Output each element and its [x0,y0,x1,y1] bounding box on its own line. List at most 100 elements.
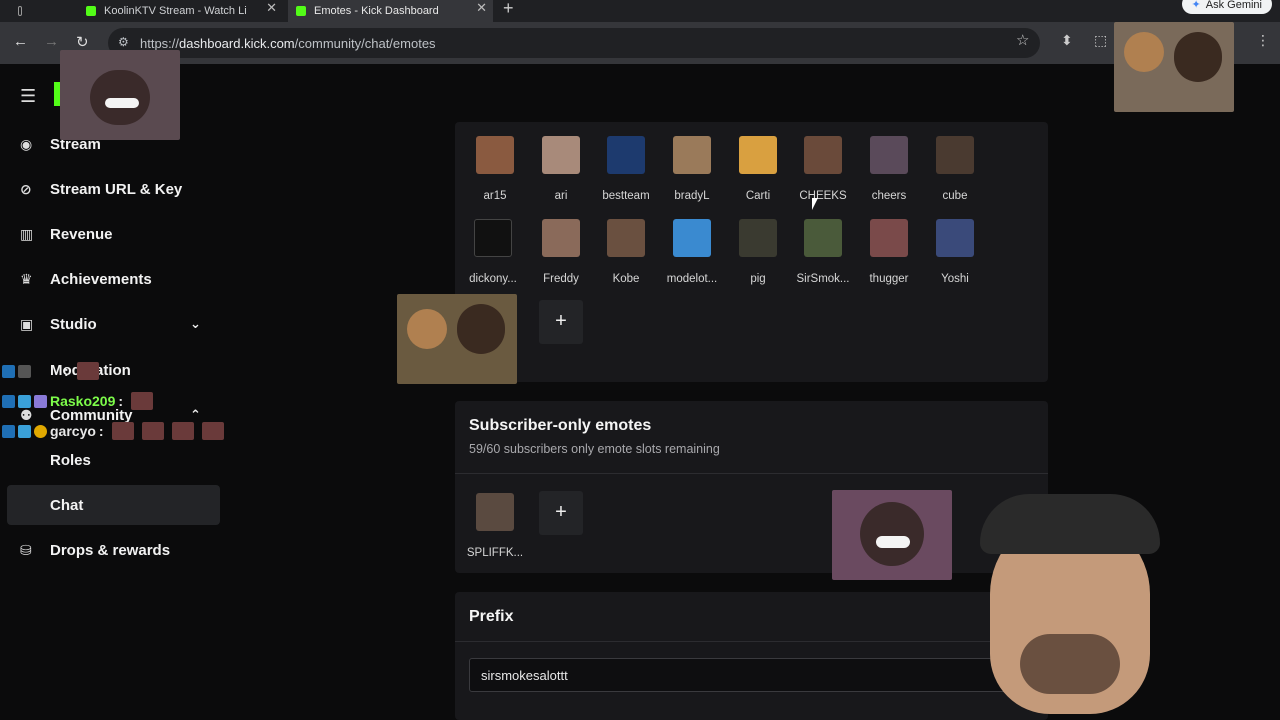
emote-item[interactable]: SirSmok... [793,219,853,285]
extension-icon[interactable]: ⬍ [1061,32,1073,49]
emote-item[interactable]: thugger [859,219,919,285]
url-scheme: https:// [140,35,180,51]
site-info-icon[interactable]: ⚙ [118,35,129,49]
add-subscriber-emote-button[interactable]: + [539,491,583,535]
reload-icon[interactable]: ↻ [76,33,89,51]
emote-image [607,136,645,174]
forward-icon[interactable]: → [44,33,59,50]
kick-favicon-icon [86,6,96,16]
emote-name: Carti [745,190,771,202]
emote-name: pig [750,273,766,285]
trophy-icon: ♛ [20,270,33,287]
emote-name: Kobe [612,273,640,285]
chat-overlay-line: : [2,361,99,381]
emote-item[interactable]: pig [728,219,788,285]
emote-name: modelot... [666,273,718,285]
emote-image [739,219,777,257]
chat-emote [111,422,134,440]
emote-image [936,136,974,174]
subscriber-emotes-subtitle: 59/60 subscribers only emote slots remai… [469,442,720,456]
sidebar-item-achievements[interactable]: ♛ Achievements [0,259,230,299]
sidebar-item-roles[interactable]: Roles [0,440,230,480]
emote-image [870,219,908,257]
sidebar-item-revenue[interactable]: ▥ Revenue [0,214,230,254]
emote-name: SPLIFFK... [466,547,524,559]
new-tab-icon[interactable]: + [503,0,514,19]
ask-gemini-button[interactable]: ✦ Ask Gemini [1181,0,1272,14]
prefix-input[interactable]: sirsmokesalottt [469,658,1029,692]
gemini-icon: ✦ [1191,0,1201,11]
chat-separator: : [118,393,124,409]
url-host: dashboard.kick.com [179,35,295,51]
chat-emote [76,362,99,380]
address-bar[interactable]: ⚙ https://dashboard.kick.com/community/c… [108,28,1040,58]
emote-item[interactable]: dickony... [463,219,523,285]
emote-item[interactable]: SPLIFFK... [465,493,525,559]
link-icon: ⊘ [20,180,32,197]
emote-item[interactable]: modelot... [662,219,722,285]
chat-separator: : [64,363,69,379]
badge-icon [18,364,31,378]
back-icon[interactable]: ← [13,33,28,50]
emote-image [870,136,908,174]
add-emote-button[interactable]: + [539,300,583,344]
browser-toolbar: ← → ↻ ⚙ https://dashboard.kick.com/commu… [0,22,1280,64]
close-tab-icon[interactable]: ✕ [266,0,277,16]
sidebar-item-stream-url-key[interactable]: ⊘ Stream URL & Key [0,169,230,209]
chevron-down-icon[interactable]: ⌄ [190,316,201,332]
emote-image [673,136,711,174]
emote-image [474,219,512,257]
emote-item[interactable]: CHEEKS [793,136,853,202]
overlay-photo-image [397,294,517,384]
badge-icon [18,424,31,438]
emote-image [607,219,645,257]
emote-item[interactable]: cheers [859,136,919,202]
sidebar-item-label: Stream URL & Key [50,180,183,198]
emote-item[interactable]: Kobe [596,219,656,285]
sidebar-item-chat[interactable]: Chat [7,485,220,525]
studio-icon: ▣ [20,315,34,332]
emote-item[interactable]: Freddy [531,219,591,285]
close-tab-icon[interactable]: ✕ [476,0,487,16]
emote-item[interactable]: ari [531,136,591,202]
tab-emotes[interactable]: Emotes - Kick Dashboard ✕ [288,0,493,22]
sidebar-item-label: Drops & rewards [50,541,171,559]
badge-icon [2,364,15,378]
emote-name: dickony... [469,273,517,285]
emote-item[interactable]: bestteam [596,136,656,202]
bookmark-star-icon[interactable]: ☆ [1016,31,1029,49]
tab-group-icon[interactable] [0,0,30,22]
chat-emote [141,422,164,440]
chat-emote [131,392,154,410]
emote-image [739,136,777,174]
emote-item[interactable]: ar15 [465,136,525,202]
sidebar-item-label: Studio [50,315,97,333]
kick-favicon-icon [296,6,306,16]
extensions-puzzle-icon[interactable]: ⬚ [1094,32,1107,49]
chat-separator: : [98,423,104,439]
hamburger-menu-icon[interactable]: ☰ [20,86,36,107]
chat-emote [201,422,224,440]
emote-item[interactable]: cube [925,136,985,202]
emote-name: Yoshi [941,273,969,285]
chat-username: garcyo [50,423,96,439]
badge-icon [2,424,15,438]
sidebar-item-studio[interactable]: ▣ Studio ⌄ [0,304,230,344]
url-path: /community/chat/emotes [294,35,436,51]
sidebar-item-drops-rewards[interactable]: ⛁ Drops & rewards [0,530,230,570]
sidebar-item-label: Roles [50,451,91,469]
ask-gemini-label: Ask Gemini [1205,0,1262,11]
chart-icon: ▥ [20,225,34,242]
overlay-emote-image [832,490,952,580]
emote-item[interactable]: bradyL [662,136,722,202]
tab-koolinktv[interactable]: KoolinKTV Stream - Watch Li ✕ [78,0,283,22]
tab-title: KoolinKTV Stream - Watch Li [104,5,247,17]
emote-item[interactable]: Carti [728,136,788,202]
emote-name: ar15 [483,190,507,202]
emote-image [476,136,514,174]
emote-item[interactable]: Yoshi [925,219,985,285]
webcam-overlay [960,484,1280,720]
emote-image [804,136,842,174]
badge-icon [34,424,47,438]
menu-dots-icon[interactable]: ⋮ [1256,32,1270,49]
